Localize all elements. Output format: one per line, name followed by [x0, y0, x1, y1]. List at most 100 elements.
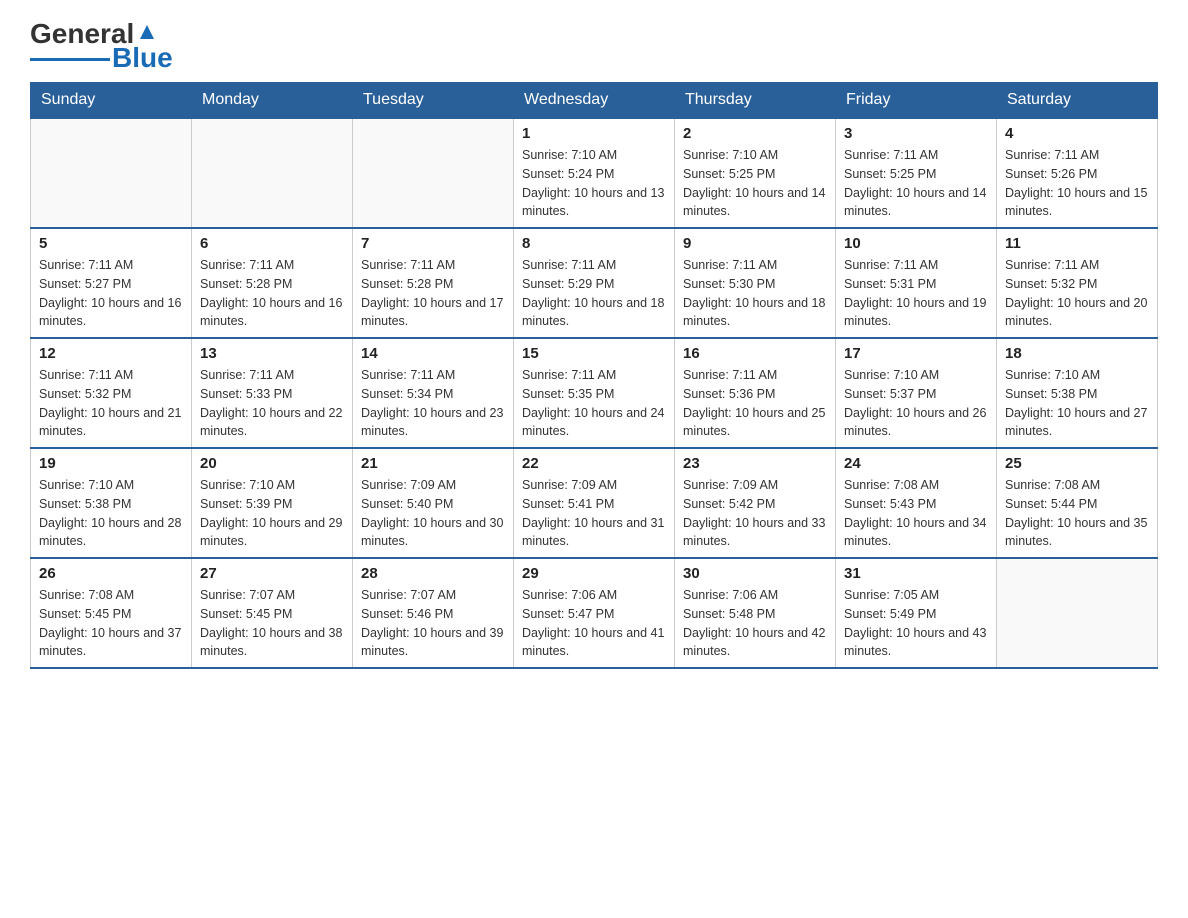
day-number: 21	[361, 455, 505, 472]
calendar-cell: 16 Sunrise: 7:11 AMSunset: 5:36 PMDayligh…	[675, 338, 836, 448]
day-number: 18	[1005, 345, 1149, 362]
logo-icon	[136, 21, 158, 43]
calendar-header-row: SundayMondayTuesdayWednesdayThursdayFrid…	[31, 83, 1158, 119]
day-info: Sunrise: 7:05 AMSunset: 5:49 PMDaylight:…	[844, 586, 988, 661]
calendar-cell: 7 Sunrise: 7:11 AMSunset: 5:28 PMDaylight…	[353, 228, 514, 338]
calendar-cell: 13Sunrise: 7:11 AMSunset: 5:33 PMDayligh…	[192, 338, 353, 448]
calendar-cell: 27Sunrise: 7:07 AMSunset: 5:45 PMDayligh…	[192, 558, 353, 668]
calendar-week-4: 19 Sunrise: 7:10 AMSunset: 5:38 PMDayligh…	[31, 448, 1158, 558]
calendar-cell: 2 Sunrise: 7:10 AMSunset: 5:25 PMDaylight…	[675, 118, 836, 228]
day-info: Sunrise: 7:09 AMSunset: 5:42 PMDaylight:…	[683, 476, 827, 551]
calendar-cell: 24Sunrise: 7:08 AMSunset: 5:43 PMDayligh…	[836, 448, 997, 558]
day-number: 22	[522, 455, 666, 472]
day-number: 5	[39, 235, 183, 252]
day-info: Sunrise: 7:09 AMSunset: 5:40 PMDaylight:…	[361, 476, 505, 551]
day-info: Sunrise: 7:10 AMSunset: 5:24 PMDaylight:…	[522, 146, 666, 221]
weekday-header-friday: Friday	[836, 83, 997, 119]
calendar-cell: 29 Sunrise: 7:06 AMSunset: 5:47 PMDayligh…	[514, 558, 675, 668]
day-info: Sunrise: 7:11 AMSunset: 5:28 PMDaylight:…	[361, 256, 505, 331]
calendar-table: SundayMondayTuesdayWednesdayThursdayFrid…	[30, 82, 1158, 669]
day-info: Sunrise: 7:10 AMSunset: 5:39 PMDaylight:…	[200, 476, 344, 551]
day-number: 4	[1005, 125, 1149, 142]
calendar-cell: 10Sunrise: 7:11 AMSunset: 5:31 PMDayligh…	[836, 228, 997, 338]
calendar-cell: 22 Sunrise: 7:09 AMSunset: 5:41 PMDayligh…	[514, 448, 675, 558]
day-info: Sunrise: 7:10 AMSunset: 5:38 PMDaylight:…	[1005, 366, 1149, 441]
weekday-header-sunday: Sunday	[31, 83, 192, 119]
day-info: Sunrise: 7:11 AMSunset: 5:36 PMDaylight:…	[683, 366, 827, 441]
day-info: Sunrise: 7:11 AMSunset: 5:25 PMDaylight:…	[844, 146, 988, 221]
day-info: Sunrise: 7:11 AMSunset: 5:29 PMDaylight:…	[522, 256, 666, 331]
day-number: 28	[361, 565, 505, 582]
calendar-week-5: 26 Sunrise: 7:08 AMSunset: 5:45 PMDayligh…	[31, 558, 1158, 668]
day-info: Sunrise: 7:11 AMSunset: 5:34 PMDaylight:…	[361, 366, 505, 441]
calendar-cell: 15 Sunrise: 7:11 AMSunset: 5:35 PMDayligh…	[514, 338, 675, 448]
calendar-cell: 14 Sunrise: 7:11 AMSunset: 5:34 PMDayligh…	[353, 338, 514, 448]
calendar-cell: 28 Sunrise: 7:07 AMSunset: 5:46 PMDayligh…	[353, 558, 514, 668]
day-number: 12	[39, 345, 183, 362]
calendar-cell	[31, 118, 192, 228]
day-number: 8	[522, 235, 666, 252]
day-info: Sunrise: 7:06 AMSunset: 5:47 PMDaylight:…	[522, 586, 666, 661]
calendar-cell	[353, 118, 514, 228]
day-info: Sunrise: 7:11 AMSunset: 5:30 PMDaylight:…	[683, 256, 827, 331]
day-info: Sunrise: 7:08 AMSunset: 5:44 PMDaylight:…	[1005, 476, 1149, 551]
day-number: 23	[683, 455, 827, 472]
calendar-cell: 11 Sunrise: 7:11 AMSunset: 5:32 PMDayligh…	[997, 228, 1158, 338]
day-number: 29	[522, 565, 666, 582]
calendar-cell: 4Sunrise: 7:11 AMSunset: 5:26 PMDaylight…	[997, 118, 1158, 228]
calendar-cell: 5 Sunrise: 7:11 AMSunset: 5:27 PMDaylight…	[31, 228, 192, 338]
day-number: 20	[200, 455, 344, 472]
day-info: Sunrise: 7:11 AMSunset: 5:32 PMDaylight:…	[1005, 256, 1149, 331]
weekday-header-monday: Monday	[192, 83, 353, 119]
calendar-cell: 17Sunrise: 7:10 AMSunset: 5:37 PMDayligh…	[836, 338, 997, 448]
day-number: 14	[361, 345, 505, 362]
day-number: 25	[1005, 455, 1149, 472]
calendar-cell: 26 Sunrise: 7:08 AMSunset: 5:45 PMDayligh…	[31, 558, 192, 668]
day-info: Sunrise: 7:10 AMSunset: 5:25 PMDaylight:…	[683, 146, 827, 221]
day-info: Sunrise: 7:11 AMSunset: 5:27 PMDaylight:…	[39, 256, 183, 331]
day-info: Sunrise: 7:08 AMSunset: 5:43 PMDaylight:…	[844, 476, 988, 551]
day-info: Sunrise: 7:11 AMSunset: 5:31 PMDaylight:…	[844, 256, 988, 331]
day-number: 19	[39, 455, 183, 472]
calendar-cell: 30Sunrise: 7:06 AMSunset: 5:48 PMDayligh…	[675, 558, 836, 668]
day-number: 7	[361, 235, 505, 252]
day-info: Sunrise: 7:11 AMSunset: 5:32 PMDaylight:…	[39, 366, 183, 441]
calendar-cell: 25 Sunrise: 7:08 AMSunset: 5:44 PMDayligh…	[997, 448, 1158, 558]
weekday-header-saturday: Saturday	[997, 83, 1158, 119]
logo: General Blue	[30, 20, 173, 72]
calendar-cell: 19 Sunrise: 7:10 AMSunset: 5:38 PMDayligh…	[31, 448, 192, 558]
day-number: 16	[683, 345, 827, 362]
day-number: 6	[200, 235, 344, 252]
calendar-cell: 3 Sunrise: 7:11 AMSunset: 5:25 PMDaylight…	[836, 118, 997, 228]
day-number: 9	[683, 235, 827, 252]
day-number: 26	[39, 565, 183, 582]
day-info: Sunrise: 7:11 AMSunset: 5:35 PMDaylight:…	[522, 366, 666, 441]
day-number: 15	[522, 345, 666, 362]
day-number: 30	[683, 565, 827, 582]
calendar-cell: 9 Sunrise: 7:11 AMSunset: 5:30 PMDaylight…	[675, 228, 836, 338]
calendar-week-2: 5 Sunrise: 7:11 AMSunset: 5:27 PMDaylight…	[31, 228, 1158, 338]
day-info: Sunrise: 7:10 AMSunset: 5:38 PMDaylight:…	[39, 476, 183, 551]
calendar-cell: 18 Sunrise: 7:10 AMSunset: 5:38 PMDayligh…	[997, 338, 1158, 448]
calendar-cell: 6 Sunrise: 7:11 AMSunset: 5:28 PMDaylight…	[192, 228, 353, 338]
day-info: Sunrise: 7:11 AMSunset: 5:28 PMDaylight:…	[200, 256, 344, 331]
day-number: 1	[522, 125, 666, 142]
calendar-cell: 8 Sunrise: 7:11 AMSunset: 5:29 PMDaylight…	[514, 228, 675, 338]
calendar-cell: 23 Sunrise: 7:09 AMSunset: 5:42 PMDayligh…	[675, 448, 836, 558]
calendar-cell: 1 Sunrise: 7:10 AMSunset: 5:24 PMDaylight…	[514, 118, 675, 228]
calendar-cell: 12 Sunrise: 7:11 AMSunset: 5:32 PMDayligh…	[31, 338, 192, 448]
day-info: Sunrise: 7:08 AMSunset: 5:45 PMDaylight:…	[39, 586, 183, 661]
logo-text-blue: Blue	[112, 44, 173, 72]
weekday-header-thursday: Thursday	[675, 83, 836, 119]
day-number: 31	[844, 565, 988, 582]
calendar-cell: 31 Sunrise: 7:05 AMSunset: 5:49 PMDayligh…	[836, 558, 997, 668]
calendar-week-1: 1 Sunrise: 7:10 AMSunset: 5:24 PMDaylight…	[31, 118, 1158, 228]
day-number: 11	[1005, 235, 1149, 252]
day-info: Sunrise: 7:07 AMSunset: 5:45 PMDaylight:…	[200, 586, 344, 661]
day-number: 3	[844, 125, 988, 142]
day-info: Sunrise: 7:07 AMSunset: 5:46 PMDaylight:…	[361, 586, 505, 661]
day-number: 2	[683, 125, 827, 142]
calendar-cell	[997, 558, 1158, 668]
calendar-cell: 21 Sunrise: 7:09 AMSunset: 5:40 PMDayligh…	[353, 448, 514, 558]
day-info: Sunrise: 7:09 AMSunset: 5:41 PMDaylight:…	[522, 476, 666, 551]
